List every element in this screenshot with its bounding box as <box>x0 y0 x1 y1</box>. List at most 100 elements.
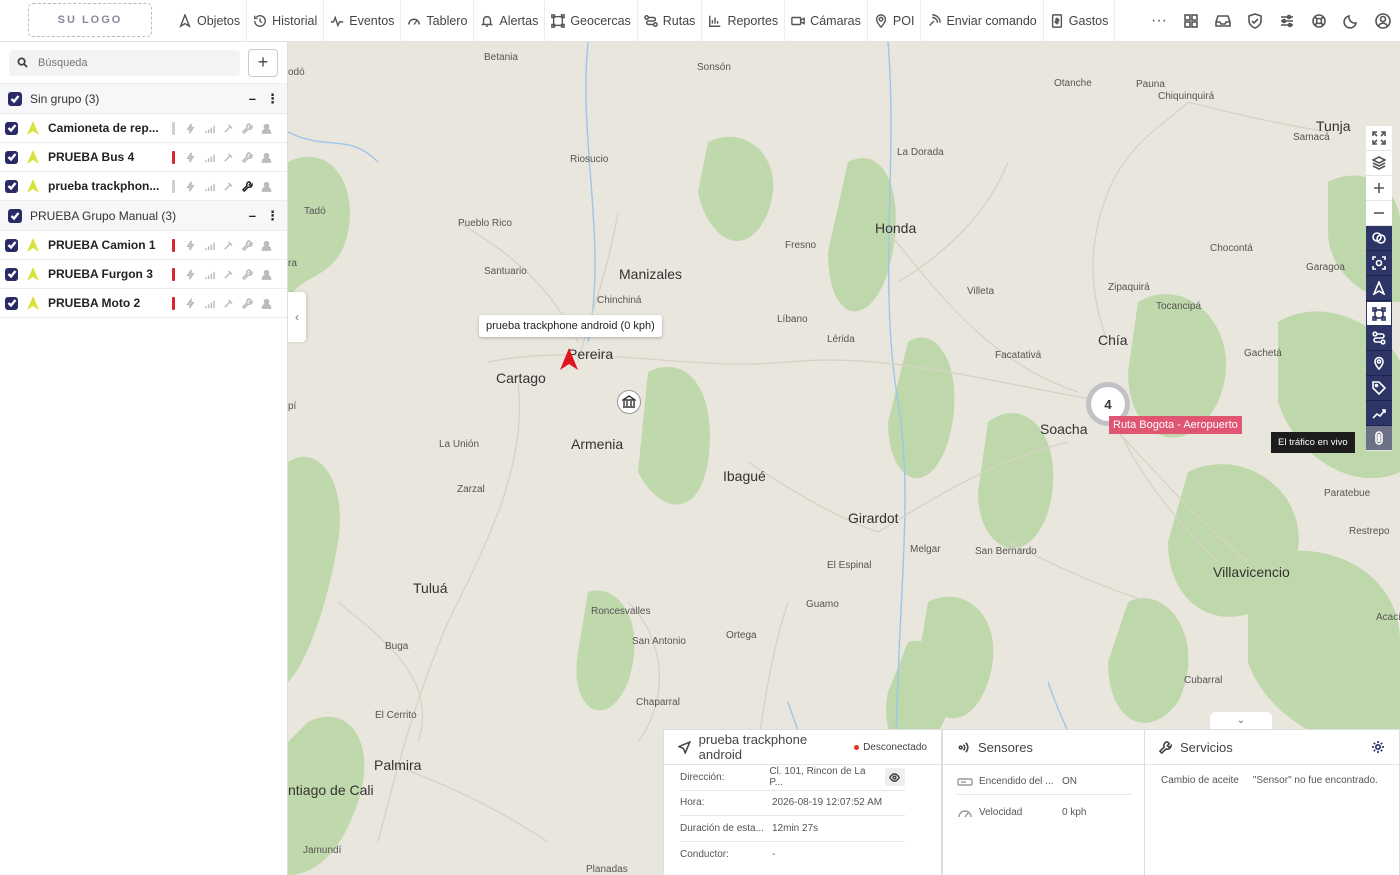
driver-user-icon[interactable] <box>261 240 272 251</box>
layers-button[interactable] <box>1366 151 1392 176</box>
top-navigation-bar: SU LOGO Objetos Historial Eventos Tabler… <box>0 0 1400 42</box>
map-city-label: Santuario <box>484 266 527 277</box>
geofences-layer-button[interactable] <box>1366 301 1392 326</box>
tail-button[interactable] <box>1366 401 1392 426</box>
map-city-label: Roncesvalles <box>591 606 651 617</box>
map-city-label: Melgar <box>910 544 941 555</box>
inbox-icon[interactable] <box>1214 12 1232 30</box>
nav-objetos[interactable]: Objetos <box>172 0 248 42</box>
nav-tablero[interactable]: Tablero <box>401 0 475 42</box>
wrench-icon[interactable] <box>242 180 253 192</box>
group-checkbox[interactable] <box>8 208 22 223</box>
group-menu-button[interactable]: ⋮ <box>266 91 279 107</box>
object-group-header[interactable]: Sin grupo (3) – ⋮ <box>0 84 287 114</box>
lightning-icon <box>186 152 195 162</box>
zoom-out-button[interactable] <box>1366 201 1392 226</box>
more-menu-button[interactable]: ··· <box>1150 12 1168 30</box>
collapse-group-button[interactable]: – <box>249 208 256 223</box>
tags-button[interactable] <box>1366 376 1392 401</box>
geofence-icon <box>1372 306 1386 321</box>
nav-gastos[interactable]: Gastos <box>1044 0 1116 42</box>
apps-icon[interactable] <box>1182 12 1200 30</box>
nav-enviar-comando[interactable]: Enviar comando <box>921 0 1044 42</box>
gear-icon[interactable] <box>1371 740 1385 754</box>
object-name: PRUEBA Bus 4 <box>48 150 135 164</box>
nav-alertas[interactable]: Alertas <box>474 0 546 42</box>
search-input[interactable] <box>38 56 218 69</box>
poi-marker[interactable] <box>617 390 641 414</box>
video-camera-icon <box>791 16 805 26</box>
object-marker-arrow-icon[interactable] <box>560 348 578 370</box>
map-city-label-major: Girardot <box>848 510 899 526</box>
wrench-icon[interactable] <box>242 151 253 163</box>
driver-user-icon[interactable] <box>261 181 272 192</box>
zoom-in-button[interactable] <box>1366 176 1392 201</box>
wrench-icon[interactable] <box>242 268 253 280</box>
user-account-icon[interactable] <box>1374 12 1392 30</box>
map-city-label: Pauna <box>1136 79 1165 90</box>
nav-camaras[interactable]: Cámaras <box>785 0 868 42</box>
live-traffic-button[interactable] <box>1366 426 1392 451</box>
object-checkbox[interactable] <box>5 121 18 135</box>
object-checkbox[interactable] <box>5 296 18 310</box>
fullscreen-button[interactable] <box>1366 126 1392 151</box>
antenna-icon <box>224 181 233 191</box>
object-list-item[interactable]: PRUEBA Camion 1 <box>0 231 287 260</box>
object-list-item[interactable]: PRUEBA Furgon 3 <box>0 260 287 289</box>
geofence-layer-button[interactable] <box>1366 226 1392 251</box>
object-checkbox[interactable] <box>5 150 18 164</box>
show-address-button[interactable] <box>884 768 905 787</box>
driver-user-icon[interactable] <box>261 269 272 280</box>
wrench-icon[interactable] <box>242 122 253 134</box>
collapse-group-button[interactable]: – <box>249 91 256 106</box>
shapes-icon <box>1372 232 1386 244</box>
search-icon <box>17 57 28 68</box>
shield-check-icon[interactable] <box>1246 12 1264 30</box>
wrench-icon[interactable] <box>242 297 253 309</box>
object-checkbox[interactable] <box>5 238 18 252</box>
objects-layer-button[interactable] <box>1366 276 1392 301</box>
nav-poi[interactable]: POI <box>868 0 922 42</box>
object-list-item[interactable]: PRUEBA Moto 2 <box>0 289 287 318</box>
nav-rutas[interactable]: Rutas <box>638 0 703 42</box>
pulse-icon <box>331 15 344 28</box>
poi-layer-button[interactable] <box>1366 351 1392 376</box>
dark-mode-moon-icon[interactable] <box>1342 12 1360 30</box>
group-checkbox[interactable] <box>8 91 22 106</box>
topbar-right-icons: ··· <box>1150 0 1392 42</box>
group-menu-button[interactable]: ⋮ <box>266 208 279 224</box>
collapse-bottom-panel-button[interactable]: ⌄ <box>1210 712 1272 729</box>
nav-historial[interactable]: Historial <box>247 0 325 42</box>
driver-user-icon[interactable] <box>261 123 272 134</box>
nav-reportes[interactable]: Reportes <box>702 0 786 42</box>
routes-layer-button[interactable] <box>1366 326 1392 351</box>
help-lifebuoy-icon[interactable] <box>1310 12 1328 30</box>
sliders-icon[interactable] <box>1278 12 1296 30</box>
map-city-label-major: Chía <box>1098 332 1128 348</box>
object-list-item[interactable]: PRUEBA Bus 4 <box>0 143 287 172</box>
object-checkbox[interactable] <box>5 267 18 281</box>
map-city-label-major: Villavicencio <box>1213 564 1290 580</box>
logo: SU LOGO <box>28 3 152 37</box>
map-city-label: Villeta <box>967 286 995 297</box>
focus-button[interactable] <box>1366 251 1392 276</box>
object-list-item[interactable]: Camioneta de rep... <box>0 114 287 143</box>
add-object-button[interactable]: + <box>248 48 278 77</box>
map-city-label-major: Soacha <box>1040 421 1088 437</box>
driver-user-icon[interactable] <box>261 152 272 163</box>
nav-eventos[interactable]: Eventos <box>324 0 402 42</box>
route-icon <box>643 15 658 27</box>
wrench-icon[interactable] <box>242 239 253 251</box>
map-city-label-major: Armenia <box>571 436 624 452</box>
map-city-label: Lérida <box>827 334 855 345</box>
object-group-header[interactable]: PRUEBA Grupo Manual (3) – ⋮ <box>0 201 287 231</box>
map-city-label: Sonsón <box>697 62 731 73</box>
driver-user-icon[interactable] <box>261 298 272 309</box>
map-city-label: Tocancipá <box>1156 301 1202 312</box>
map-city-label: ra <box>288 258 297 269</box>
object-checkbox[interactable] <box>5 179 18 193</box>
collapse-sidebar-button[interactable]: ‹ <box>288 292 306 342</box>
object-list-item[interactable]: prueba trackphon... <box>0 172 287 201</box>
map-city-label: Chiquinquirá <box>1158 91 1215 102</box>
nav-geocercas[interactable]: Geocercas <box>545 0 638 42</box>
